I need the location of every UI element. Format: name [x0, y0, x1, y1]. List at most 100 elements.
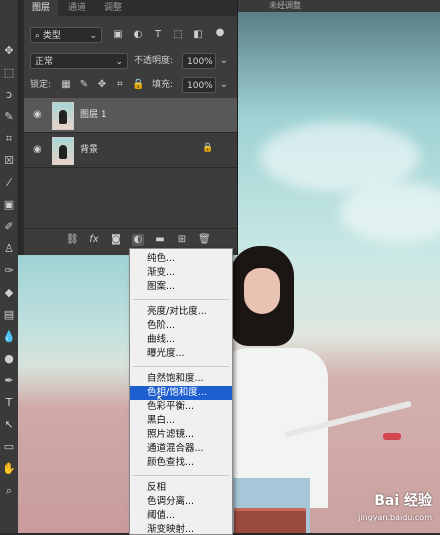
visibility-eye-icon[interactable]: ◉: [33, 144, 42, 155]
menu-item-threshold[interactable]: 阈值...: [130, 509, 232, 523]
menu-item-solid-color[interactable]: 纯色...: [130, 252, 232, 266]
marquee-tool-icon[interactable]: ⬚: [2, 66, 16, 80]
chevron-down-icon: ⌄: [115, 57, 123, 67]
crop-tool-icon[interactable]: ⌗: [2, 132, 16, 146]
dodge-tool-icon[interactable]: ●: [2, 352, 16, 366]
eyedropper-tool-icon[interactable]: ⁄: [2, 176, 16, 190]
layer-row-background[interactable]: ◉ 背景 🔒: [24, 133, 237, 168]
adjustment-layer-icon[interactable]: ◐: [132, 234, 144, 246]
menu-item-curves[interactable]: 曲线...: [130, 333, 232, 347]
opacity-label: 不透明度:: [134, 56, 174, 66]
menu-item-color-lookup[interactable]: 颜色查找...: [130, 456, 232, 470]
menu-item-hue-saturation[interactable]: 色相/饱和度...: [130, 386, 232, 400]
quick-select-tool-icon[interactable]: ✎: [2, 110, 16, 124]
menu-separator: [133, 475, 229, 476]
pen-tool-icon[interactable]: ✒: [2, 374, 16, 388]
menu-item-invert[interactable]: 反相: [130, 481, 232, 495]
link-layers-icon[interactable]: ⛓: [66, 234, 79, 246]
document-tab-title[interactable]: 未经调整: [269, 0, 301, 12]
lasso-tool-icon[interactable]: ↄ: [2, 88, 16, 102]
menu-item-exposure[interactable]: 曝光度...: [130, 347, 232, 361]
menu-item-black-white[interactable]: 黑白...: [130, 414, 232, 428]
blend-mode-value: 正常: [35, 57, 54, 67]
lock-position-icon[interactable]: ✥: [96, 79, 108, 91]
menu-item-vibrance[interactable]: 自然饱和度...: [130, 372, 232, 386]
lock-row: 锁定: ▦ ✎ ✥ ⌗ 🔒 填充: 100% ⌄: [24, 74, 237, 96]
add-mask-icon[interactable]: ◙: [110, 234, 122, 246]
opacity-slider-icon[interactable]: ⌄: [218, 55, 230, 67]
smart-object-filter-icon[interactable]: ◧: [192, 29, 204, 41]
menu-item-brightness-contrast[interactable]: 亮度/对比度...: [130, 305, 232, 319]
lock-transparent-icon[interactable]: ▦: [60, 79, 72, 91]
gradient-tool-icon[interactable]: ▤: [2, 308, 16, 322]
layer-name[interactable]: 背景: [80, 142, 98, 155]
layer-thumbnail: [52, 102, 74, 130]
history-brush-icon[interactable]: ✑: [2, 264, 16, 278]
watermark-url: jingyan.baidu.com: [358, 513, 432, 522]
layer-name[interactable]: 图层 1: [80, 107, 107, 120]
filter-kind-select[interactable]: ⌕ 类型 ⌄: [30, 27, 102, 43]
menu-item-posterize[interactable]: 色调分离...: [130, 495, 232, 509]
lock-all-icon[interactable]: 🔒: [132, 79, 144, 91]
filter-toggle-icon[interactable]: ●: [214, 27, 226, 39]
image-canvas[interactable]: [230, 12, 440, 533]
menu-item-channel-mixer[interactable]: 通道混合器...: [130, 442, 232, 456]
fill-input[interactable]: 100%: [182, 77, 216, 93]
type-tool-icon[interactable]: T: [2, 396, 16, 410]
lock-label: 锁定:: [30, 80, 52, 90]
adjustment-filter-icon[interactable]: ◐: [132, 29, 144, 41]
layer-row-1[interactable]: ◉ 图层 1: [24, 98, 237, 133]
fill-slider-icon[interactable]: ⌄: [218, 79, 230, 91]
tab-adjustments[interactable]: 调整: [96, 0, 130, 16]
new-layer-icon[interactable]: ⊞: [176, 234, 188, 246]
adjustment-menu: 纯色... 渐变... 图案... 亮度/对比度... 色阶... 曲线... …: [129, 248, 233, 535]
menu-separator: [133, 299, 229, 300]
opacity-input[interactable]: 100%: [182, 53, 216, 69]
healing-tool-icon[interactable]: ▣: [2, 198, 16, 212]
menu-item-gradient-map[interactable]: 渐变映射...: [130, 523, 232, 534]
eraser-tool-icon[interactable]: ◆: [2, 286, 16, 300]
bike-grip: [383, 433, 401, 440]
shape-tool-icon[interactable]: ▭: [2, 440, 16, 454]
frame-tool-icon[interactable]: ☒: [2, 154, 16, 168]
menu-item-levels[interactable]: 色阶...: [130, 319, 232, 333]
lock-icon: 🔒: [202, 143, 214, 153]
panel-tabs: 图层 通道 调整: [24, 0, 237, 16]
lock-artboard-icon[interactable]: ⌗: [114, 79, 126, 91]
move-tool-icon[interactable]: ✥: [2, 44, 16, 58]
girl-face: [244, 268, 280, 314]
hand-tool-icon[interactable]: ✋: [2, 462, 16, 476]
blend-row: 正常 ⌄ 不透明度: 100% ⌄: [24, 50, 237, 72]
document-tab-strip: 未经调整: [237, 0, 440, 12]
menu-item-photo-filter[interactable]: 照片滤镜...: [130, 428, 232, 442]
brush-tool-icon[interactable]: ✐: [2, 220, 16, 234]
menu-item-pattern[interactable]: 图案...: [130, 280, 232, 294]
search-icon: ⌕: [35, 31, 43, 41]
menu-item-color-balance[interactable]: 色彩平衡...: [130, 400, 232, 414]
visibility-eye-icon[interactable]: ◉: [33, 109, 42, 120]
shape-filter-icon[interactable]: ⬚: [172, 29, 184, 41]
menu-separator: [133, 366, 229, 367]
layer-thumbnail: [52, 137, 74, 165]
type-filter-icon[interactable]: T: [152, 29, 164, 41]
new-group-icon[interactable]: ▬: [154, 234, 166, 246]
filter-kind-value: 类型: [42, 31, 61, 41]
menu-item-gradient[interactable]: 渐变...: [130, 266, 232, 280]
bike-basket: [234, 508, 306, 533]
trash-icon[interactable]: 🗑: [198, 234, 211, 246]
tab-channels[interactable]: 通道: [60, 0, 94, 16]
chevron-down-icon: ⌄: [89, 31, 97, 41]
layers-panel: 图层 通道 调整 ⌕ 类型 ⌄ ▣ ◐ T ⬚ ◧ ● 正常 ⌄ 不透明度: 100…: [24, 0, 238, 255]
zoom-tool-icon[interactable]: ⌕: [2, 484, 16, 498]
watermark-logo: Bai 经验: [374, 493, 432, 509]
filter-row: ⌕ 类型 ⌄ ▣ ◐ T ⬚ ◧ ●: [24, 24, 237, 46]
lock-image-icon[interactable]: ✎: [78, 79, 90, 91]
image-filter-icon[interactable]: ▣: [112, 29, 124, 41]
tab-layers[interactable]: 图层: [24, 0, 59, 16]
path-select-icon[interactable]: ↖: [2, 418, 16, 432]
stamp-tool-icon[interactable]: ♙: [2, 242, 16, 256]
blur-tool-icon[interactable]: 💧: [2, 330, 16, 344]
tools-toolbar: ✥ ⬚ ↄ ✎ ⌗ ☒ ⁄ ▣ ✐ ♙ ✑ ◆ ▤ 💧 ● ✒ T ↖ ▭ ✋ …: [0, 0, 19, 533]
fx-icon[interactable]: fx: [88, 234, 100, 246]
blend-mode-select[interactable]: 正常 ⌄: [30, 53, 128, 69]
